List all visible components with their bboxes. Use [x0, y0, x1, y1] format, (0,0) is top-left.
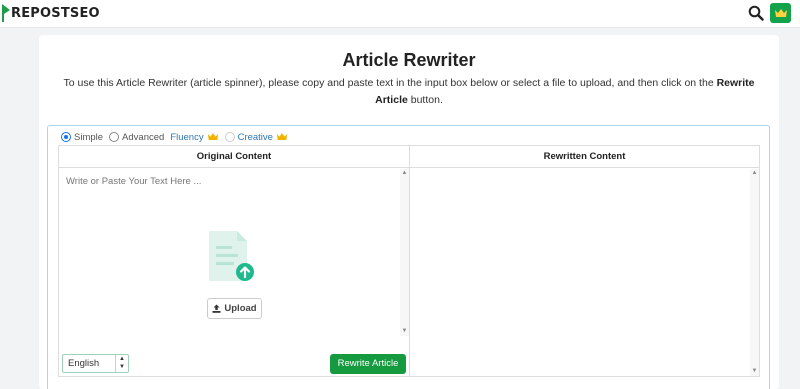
- output-scrollbar[interactable]: ▲ ▼: [750, 169, 759, 376]
- select-arrows-icon: ▲ ▼: [115, 355, 128, 372]
- input-scrollbar[interactable]: ▲ ▼: [400, 169, 409, 336]
- rewrite-article-button[interactable]: Rewrite Article: [330, 354, 406, 374]
- crown-icon: [774, 8, 787, 17]
- original-text-input[interactable]: Write or Paste Your Text Here ... Upload…: [59, 169, 409, 336]
- crown-icon: [276, 133, 288, 140]
- scroll-down-arrow[interactable]: ▼: [400, 327, 409, 336]
- scroll-down-arrow[interactable]: ▼: [750, 367, 759, 376]
- scroll-up-arrow[interactable]: ▲: [750, 169, 759, 178]
- upload-button[interactable]: Upload: [207, 298, 262, 319]
- radio-advanced[interactable]: [109, 132, 120, 142]
- mode-advanced[interactable]: Advanced: [109, 132, 164, 143]
- page-description: To use this Article Rewriter (article sp…: [63, 77, 755, 106]
- radio-creative[interactable]: [224, 132, 235, 142]
- document-upload-icon: [209, 231, 254, 281]
- input-placeholder: Write or Paste Your Text Here ...: [66, 176, 202, 187]
- original-content-pane: Original Content Write or Paste Your Tex…: [59, 146, 410, 376]
- mode-simple[interactable]: Simple: [61, 132, 103, 143]
- mode-creative[interactable]: Creative: [224, 132, 288, 143]
- content-panes: Original Content Write or Paste Your Tex…: [58, 145, 760, 377]
- crown-icon: [207, 133, 218, 140]
- rewriter-tool: Simple Advanced Fluency Creative Origina…: [47, 125, 770, 389]
- language-select[interactable]: English ▲ ▼: [62, 354, 129, 373]
- logo[interactable]: REPOSTSEO: [2, 4, 100, 22]
- logo-play-icon: [2, 4, 10, 22]
- premium-crown-button[interactable]: [770, 3, 791, 23]
- mode-selector: Simple Advanced Fluency Creative: [61, 130, 294, 144]
- search-icon[interactable]: [748, 5, 764, 21]
- logo-text: REPOSTSEO: [11, 5, 100, 21]
- mode-fluency[interactable]: Fluency: [170, 132, 218, 143]
- rewritten-content-pane: Rewritten Content ▲ ▼: [410, 146, 759, 376]
- top-navbar: REPOSTSEO: [0, 0, 800, 28]
- upload-icon: [212, 304, 221, 313]
- radio-simple[interactable]: [61, 132, 71, 142]
- original-content-header: Original Content: [59, 146, 409, 168]
- rewritten-content-header: Rewritten Content: [410, 146, 759, 168]
- scroll-up-arrow[interactable]: ▲: [400, 169, 409, 178]
- page-title: Article Rewriter: [342, 50, 476, 70]
